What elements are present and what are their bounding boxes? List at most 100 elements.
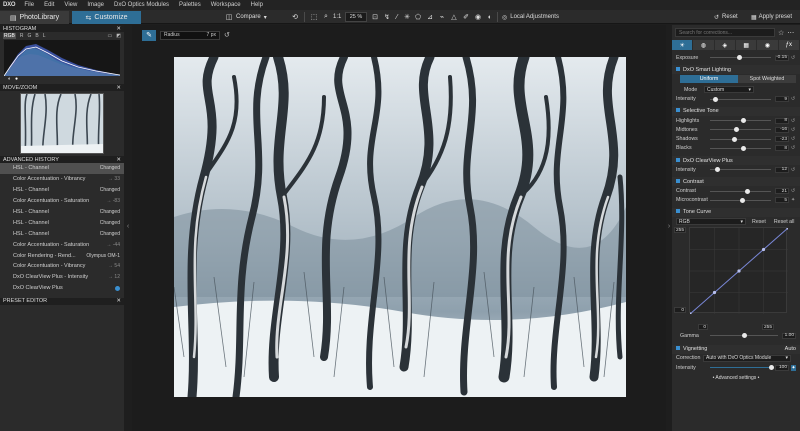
selective-tone-header[interactable]: Selective Tone — [672, 106, 800, 116]
perspective-icon[interactable]: ⬠ — [413, 11, 423, 23]
contrast-slider[interactable] — [710, 188, 771, 194]
history-item[interactable]: HSL - Channel Changed — [0, 207, 124, 218]
star-icon[interactable]: ☆ — [778, 29, 784, 37]
microcontrast-value[interactable]: 5 — [775, 197, 789, 204]
menu-view[interactable]: View — [59, 2, 82, 8]
blacks-value[interactable]: 8 — [775, 145, 789, 152]
history-item[interactable]: Color Accentuation - Saturation → -83 — [0, 196, 124, 207]
microcontrast-slider[interactable] — [710, 197, 771, 203]
zoom-1-1-button[interactable]: 1:1 — [333, 11, 341, 23]
menu-palettes[interactable]: Palettes — [174, 2, 206, 8]
intensity-value[interactable]: 9 — [775, 96, 789, 103]
highlights-value[interactable]: 8 — [775, 117, 789, 124]
apply-preset-button[interactable]: ▦ Apply preset — [751, 11, 792, 23]
correction-select[interactable]: Auto with DxO Optics Module ▾ — [703, 354, 791, 362]
close-icon[interactable]: ✕ — [116, 85, 121, 91]
reset-brush-icon[interactable]: ↺ — [224, 31, 230, 39]
uniform-button[interactable]: Uniform — [680, 75, 738, 84]
clearview-header[interactable]: DxO ClearView Plus — [672, 156, 800, 166]
tab-geometry[interactable]: ▦ — [735, 40, 758, 50]
slider-knob[interactable] — [740, 145, 746, 151]
enable-checkbox[interactable] — [676, 66, 680, 71]
tab-color[interactable]: ◍ — [693, 40, 715, 50]
main-photo[interactable] — [174, 57, 626, 397]
white-balance-picker-icon[interactable]: ⁄ — [392, 11, 402, 23]
midtones-slider[interactable] — [710, 127, 771, 133]
slider-knob[interactable] — [713, 96, 719, 102]
brush-tool-icon[interactable]: ✎ — [142, 29, 156, 41]
contrast-header[interactable]: Contrast — [672, 177, 800, 187]
reset-icon[interactable]: ↺ — [791, 145, 796, 151]
highlights-slider[interactable] — [710, 118, 771, 124]
gamma-value[interactable]: 1.00 — [782, 332, 796, 339]
clearview-intensity-slider[interactable] — [710, 167, 771, 173]
slider-knob[interactable] — [769, 365, 774, 370]
smart-lighting-header[interactable]: DxO Smart Lighting — [672, 65, 800, 75]
channel-rgb-button[interactable]: RGB — [3, 33, 16, 39]
curve-reset-button[interactable]: Reset — [752, 219, 766, 225]
menu-workspace[interactable]: Workspace — [206, 2, 246, 8]
zoom-select[interactable]: 25 % — [345, 12, 367, 22]
gamma-slider[interactable] — [710, 333, 778, 339]
intensity-slider[interactable] — [710, 96, 771, 102]
reset-icon[interactable]: ↺ — [791, 118, 796, 124]
history-item[interactable]: HSL - Channel Changed — [0, 185, 124, 196]
channel-b-button[interactable]: B — [35, 33, 38, 39]
mode-select[interactable]: Custom ▾ — [704, 86, 754, 94]
tab-effects[interactable]: ƒx — [778, 40, 800, 50]
clip-warning-icon[interactable]: ◩ — [116, 33, 121, 39]
reset-icon[interactable]: ↺ — [791, 188, 796, 194]
preview-eye-icon[interactable]: ◉ — [473, 11, 483, 23]
enable-checkbox[interactable] — [676, 108, 680, 113]
local-adjustments-button[interactable]: ◎ Local Adjustments — [502, 11, 559, 23]
zoom-icon[interactable]: ⌕ — [321, 11, 331, 23]
tone-curve-header[interactable]: Tone Curve — [672, 207, 800, 217]
curve-channel-select[interactable]: RGB ▾ — [676, 218, 746, 226]
channel-l-button[interactable]: L — [43, 33, 46, 39]
collapse-left-panel-icon[interactable]: ‹ — [124, 220, 132, 232]
exposure-value[interactable]: -0.15 — [775, 54, 789, 61]
slider-knob[interactable] — [733, 127, 739, 133]
vignetting-intensity-value[interactable]: 100 — [775, 364, 789, 371]
close-icon[interactable]: ✕ — [116, 26, 121, 32]
slider-knob[interactable] — [731, 136, 737, 142]
menu-help[interactable]: Help — [246, 2, 268, 8]
curve-bottom-right-input[interactable]: 255 — [762, 324, 774, 331]
tab-light[interactable]: ☀ — [672, 40, 694, 50]
enable-checkbox[interactable] — [676, 157, 680, 162]
curve-bottom-left-input[interactable]: 0 — [698, 324, 708, 331]
highlight-clip-icon[interactable]: ● — [15, 76, 18, 82]
straighten-icon[interactable]: ↯ — [382, 11, 392, 23]
auto-wand-icon[interactable]: ✦ — [791, 197, 796, 203]
channel-r-button[interactable]: R — [20, 33, 24, 39]
menu-edit[interactable]: Edit — [39, 2, 59, 8]
compare-button[interactable]: Compare ▾ — [236, 11, 267, 23]
spot-weighted-button[interactable]: Spot Weighted — [738, 75, 796, 84]
search-input[interactable]: Search for corrections... — [675, 28, 775, 37]
tab-detail[interactable]: ◈ — [714, 40, 736, 50]
history-item[interactable]: HSL - Channel Changed — [0, 163, 124, 174]
shadows-value[interactable]: -23 — [775, 136, 789, 143]
history-item[interactable]: Color Rendering - Rend... Olympus OM-1 — [0, 250, 124, 261]
eyedropper-icon[interactable]: ✐ — [461, 11, 471, 23]
tab-photolibrary[interactable]: ▤ PhotoLibrary — [0, 11, 69, 24]
curve-reset-all-button[interactable]: Reset all — [774, 219, 795, 225]
rotate-icon[interactable]: ⟲ — [290, 11, 300, 23]
slider-knob[interactable] — [744, 188, 750, 194]
shadows-slider[interactable] — [710, 136, 771, 142]
enable-checkbox[interactable] — [676, 178, 680, 183]
auto-wand-icon[interactable]: ✦ — [791, 364, 796, 371]
split-view-icon[interactable]: ◫ — [224, 11, 234, 23]
reset-button[interactable]: ↺ Reset — [714, 11, 738, 23]
shadow-clip-icon[interactable]: ◐ — [8, 76, 11, 82]
menu-optics-modules[interactable]: DxO Optics Modules — [109, 2, 174, 8]
midtones-value[interactable]: -16 — [775, 126, 789, 133]
enable-checkbox[interactable] — [676, 209, 680, 214]
horizon-icon[interactable]: ⊿ — [425, 11, 435, 23]
navigator-thumbnail[interactable] — [20, 93, 104, 154]
reset-icon[interactable]: ↺ — [791, 136, 796, 142]
enable-checkbox[interactable] — [676, 346, 680, 351]
history-item[interactable]: HSL - Channel Changed — [0, 228, 124, 239]
channel-g-button[interactable]: G — [27, 33, 31, 39]
vignetting-auto-label[interactable]: Auto — [785, 346, 796, 352]
